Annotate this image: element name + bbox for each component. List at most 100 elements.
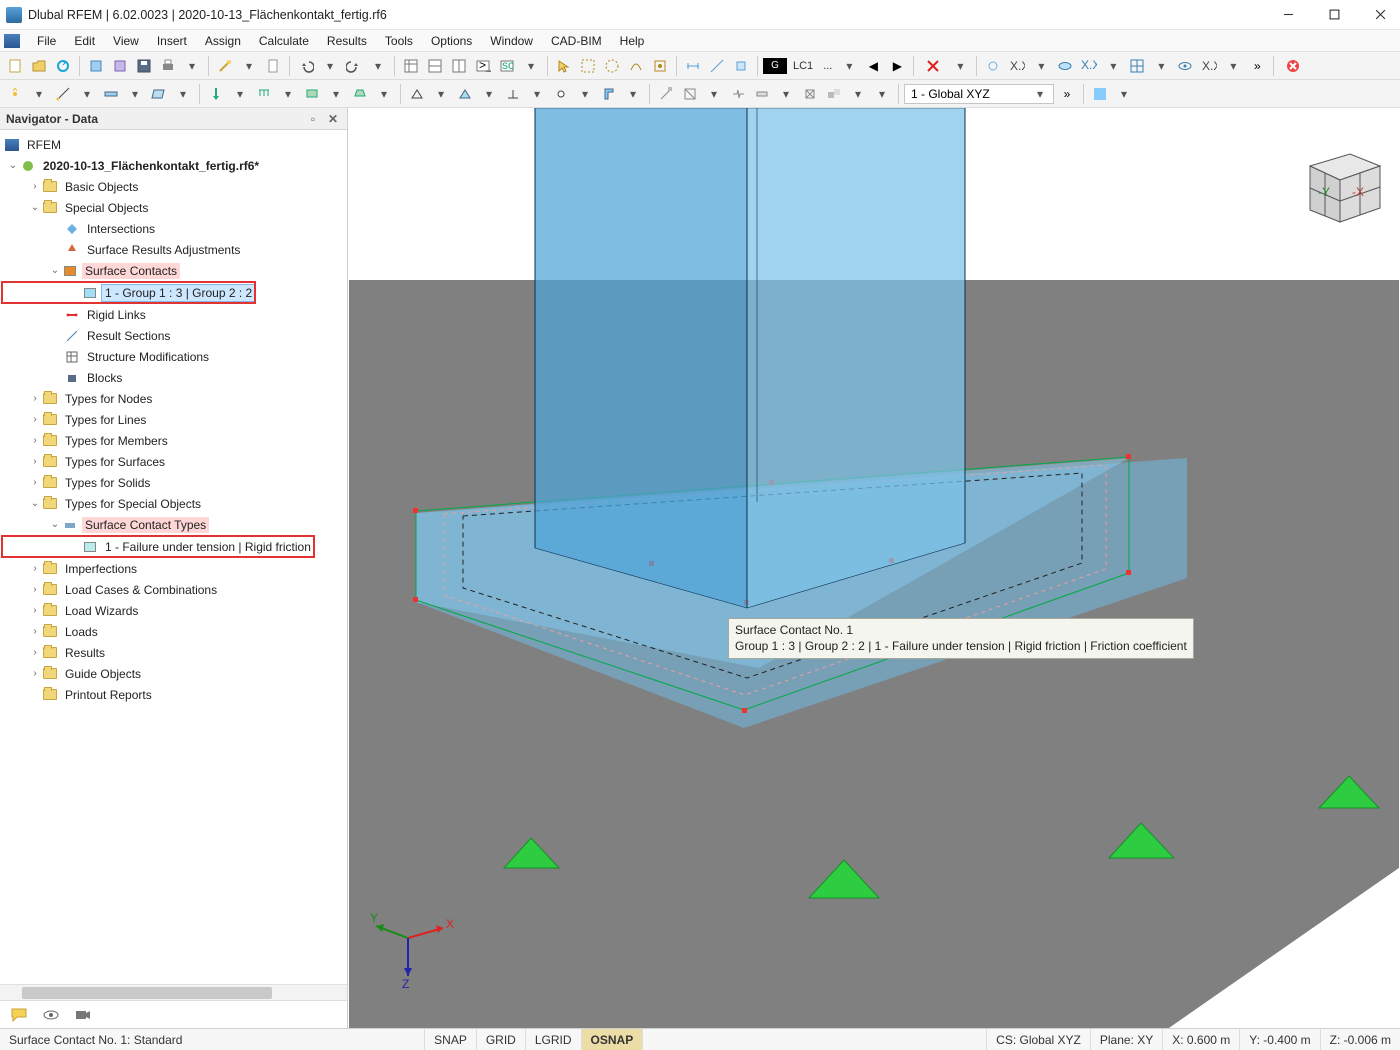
t2-member-icon[interactable] [100,83,122,105]
tree-sct-item-1[interactable]: 1 - Failure under tension | Rigid fricti… [102,539,314,555]
tool-table2-icon[interactable] [424,55,446,77]
t2-tool-c-icon[interactable] [727,83,749,105]
t2-surface-icon[interactable] [148,83,170,105]
tool-xx2-dd[interactable]: ▾ [1222,59,1244,73]
t2-support3-icon[interactable] [502,83,524,105]
tree-types-lines[interactable]: Types for Lines [62,412,149,428]
app-menu-icon[interactable] [4,34,20,48]
tool-delete-big-icon[interactable] [1279,55,1307,77]
tree-imperfections[interactable]: Imperfections [62,561,140,577]
tool-vis2-icon[interactable]: X.X [1006,55,1028,77]
tree-load-cases[interactable]: Load Cases & Combinations [62,582,220,598]
tree-guide-objects[interactable]: Guide Objects [62,666,144,682]
footer-comment-icon[interactable] [8,1005,30,1025]
lc-prev-icon[interactable]: ◀ [862,55,884,77]
t2-render-icon[interactable] [1089,83,1111,105]
tree-file[interactable]: 2020-10-13_Flächenkontakt_fertig.rf6* [40,158,262,174]
tool-redo-icon[interactable] [343,55,365,77]
tree-types-solids[interactable]: Types for Solids [62,475,153,491]
tool-save-icon[interactable] [133,55,155,77]
t2-line-icon[interactable] [52,83,74,105]
panel-close-icon[interactable]: ✕ [325,111,341,127]
t2-hinge-icon[interactable] [550,83,572,105]
tool-wizard-dd[interactable]: ▾ [238,59,260,73]
tool-select1-icon[interactable] [553,55,575,77]
loadcase-label[interactable]: LC1 [789,60,817,72]
tree-blocks[interactable]: Blocks [84,370,125,386]
tool-wizard-icon[interactable] [214,55,236,77]
tool-undo-icon[interactable] [295,55,317,77]
tool-print-icon[interactable] [157,55,179,77]
tree-surface-contacts[interactable]: Surface Contacts [82,263,180,279]
tool-eye2-icon[interactable] [1174,55,1196,77]
tree-hscroll[interactable] [0,984,347,1000]
tree-types-nodes[interactable]: Types for Nodes [62,391,155,407]
status-osnap[interactable]: OSNAP [582,1029,644,1050]
tool-console-icon[interactable]: >_ [472,55,494,77]
tool-script-icon[interactable]: sc [496,55,518,77]
tree-result-sections[interactable]: Result Sections [84,328,173,344]
loadcase-dd[interactable]: ▾ [838,59,860,73]
menu-edit[interactable]: Edit [65,32,104,50]
tool-new-icon[interactable] [4,55,26,77]
status-grid[interactable]: GRID [477,1029,526,1050]
t2-tool-d-icon[interactable] [751,83,773,105]
status-lgrid[interactable]: LGRID [526,1029,582,1050]
tree-printout-reports[interactable]: Printout Reports [62,687,155,703]
loadcase-more[interactable]: ... [819,60,836,72]
t2-support2-icon[interactable] [454,83,476,105]
coord-system-dropdown[interactable]: 1 - Global XYZ▾ [904,84,1054,104]
tool-cube1-icon[interactable] [85,55,107,77]
t2-load2-icon[interactable] [253,83,275,105]
tree-types-special[interactable]: Types for Special Objects [62,496,204,512]
tool-cube2-icon[interactable] [109,55,131,77]
menu-cadbim[interactable]: CAD-BIM [542,32,611,50]
maximize-button[interactable] [1320,5,1348,25]
tree-rigid-links[interactable]: Rigid Links [84,307,149,323]
t2-tool-b-icon[interactable] [679,83,701,105]
overflow-icon[interactable]: » [1246,55,1268,77]
tool-grid-icon[interactable] [1126,55,1148,77]
t2-tool-f-icon[interactable] [823,83,845,105]
tree-struct-mod[interactable]: Structure Modifications [84,349,212,365]
menu-file[interactable]: File [28,32,65,50]
close-button[interactable] [1366,5,1394,25]
t2-tool-a-icon[interactable] [655,83,677,105]
view-cube[interactable]: -Y -X [1290,136,1390,236]
tool-xxx-dd[interactable]: ▾ [1102,59,1124,73]
status-snap[interactable]: SNAP [425,1029,477,1050]
tool-vis2-dd[interactable]: ▾ [1030,59,1052,73]
tool-table1-icon[interactable] [400,55,422,77]
menu-view[interactable]: View [104,32,148,50]
viewport-3d[interactable]: -Y -X X Y Z Surface Contact No. 1 Group … [348,108,1400,1028]
minimize-button[interactable] [1274,5,1302,25]
tree-types-members[interactable]: Types for Members [62,433,171,449]
tool-select2-icon[interactable] [577,55,599,77]
tool-eye1-icon[interactable] [1054,55,1076,77]
tree-load-wizards[interactable]: Load Wizards [62,603,141,619]
tool-delete-icon[interactable] [919,55,947,77]
menu-help[interactable]: Help [611,32,654,50]
tree-basic-objects[interactable]: Basic Objects [62,179,141,195]
tool-dim2-icon[interactable] [706,55,728,77]
tool-dim3-icon[interactable] [730,55,752,77]
tree-root[interactable]: RFEM [24,137,64,153]
tool-redo-dd[interactable]: ▾ [367,59,389,73]
menu-calculate[interactable]: Calculate [250,32,318,50]
panel-pin-icon[interactable]: ▫ [305,111,321,127]
t2-section-icon[interactable] [598,83,620,105]
tool-open-icon[interactable] [28,55,50,77]
navigator-tree[interactable]: RFEM ⌄ 2020-10-13_Flächenkontakt_fertig.r… [0,130,347,984]
tool-undo-dd[interactable]: ▾ [319,59,341,73]
tool-select4-icon[interactable] [625,55,647,77]
loadcase-type[interactable]: G [763,58,787,74]
t2-load1-icon[interactable] [205,83,227,105]
menu-assign[interactable]: Assign [196,32,250,50]
t2-node-icon[interactable] [4,83,26,105]
menu-insert[interactable]: Insert [148,32,196,50]
lc-next-icon[interactable]: ▶ [886,55,908,77]
twisty-icon[interactable]: ⌄ [6,160,20,171]
tool-table3-icon[interactable] [448,55,470,77]
menu-results[interactable]: Results [318,32,376,50]
tree-intersections[interactable]: Intersections [84,221,158,237]
